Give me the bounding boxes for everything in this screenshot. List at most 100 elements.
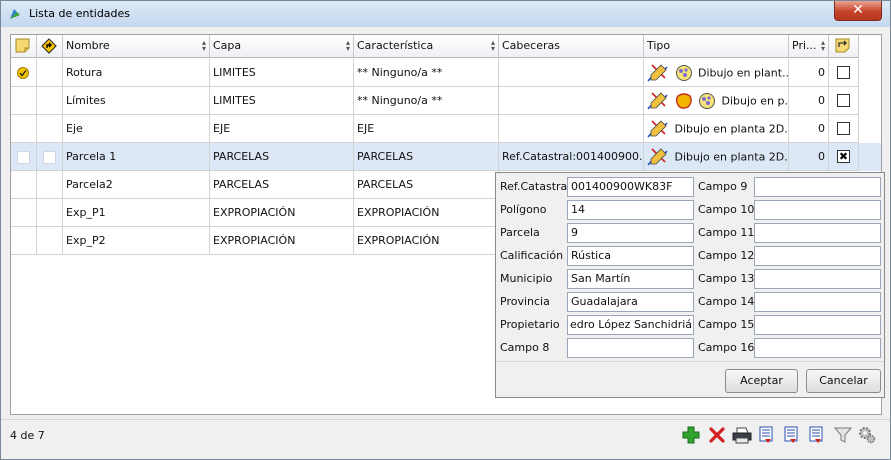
- nombre-cell: Rotura: [63, 59, 210, 87]
- tipo-cell: Dibujo en planta 2D...: [644, 115, 789, 143]
- checkbox-cell: [829, 115, 859, 143]
- campo-10-input[interactable]: [754, 200, 881, 220]
- municipio-input[interactable]: San Martín: [567, 269, 694, 289]
- export-list-3-icon[interactable]: [808, 426, 826, 444]
- print-icon[interactable]: [732, 426, 752, 444]
- campo-13-input[interactable]: [754, 269, 881, 289]
- pencil-line-icon: [647, 148, 668, 166]
- capa-cell: EXPROPIACIÓN: [210, 199, 354, 227]
- checkbox-cell: [829, 87, 859, 115]
- campo-11-input[interactable]: [754, 223, 881, 243]
- warning-cell: [37, 143, 63, 171]
- export-list-icon[interactable]: [758, 426, 776, 444]
- field-label: Provincia: [500, 295, 550, 308]
- caracteristica-cell: PARCELAS: [354, 143, 499, 171]
- settings-icon[interactable]: [858, 426, 876, 444]
- cabeceras-cell: [499, 115, 644, 143]
- filter-icon[interactable]: [834, 426, 852, 444]
- active-cell[interactable]: [11, 171, 37, 199]
- active-cell[interactable]: [11, 87, 37, 115]
- field-label: Campo 10: [698, 203, 755, 216]
- sort-icon: ▴ ▾: [820, 38, 825, 53]
- propietario-input[interactable]: edro López Sanchidrián: [567, 315, 694, 335]
- sort-icon: ▴ ▾: [345, 38, 350, 53]
- cabeceras-cell: [499, 87, 644, 115]
- capa-cell: LIMITES: [210, 59, 354, 87]
- campo-8-input[interactable]: [567, 338, 694, 358]
- nombre-cell: Exp_P1: [63, 199, 210, 227]
- field-label: Campo 9: [698, 180, 748, 193]
- active-box[interactable]: [17, 151, 30, 164]
- nombre-cell: Parcela 1: [63, 143, 210, 171]
- campo-9-input[interactable]: [754, 177, 881, 197]
- warning-cell: [37, 87, 63, 115]
- active-check-icon: [17, 67, 29, 79]
- title-bar[interactable]: Lista de entidades ✕: [1, 1, 890, 27]
- header-checkbox-column[interactable]: [829, 35, 859, 58]
- add-icon[interactable]: [682, 426, 700, 444]
- prioridad-cell: 0: [789, 59, 829, 87]
- field-label: Ref.Catastral: [500, 180, 571, 193]
- warning-cell: [37, 171, 63, 199]
- header-prioridad[interactable]: Pri... ▴ ▾: [789, 35, 829, 58]
- header-warning-column[interactable]: [37, 35, 63, 58]
- active-cell[interactable]: [11, 199, 37, 227]
- checkbox-cell: [829, 59, 859, 87]
- calificacion-input[interactable]: Rústica: [567, 246, 694, 266]
- header-cabeceras[interactable]: Cabeceras: [499, 35, 644, 58]
- row-checkbox[interactable]: [837, 66, 850, 79]
- prioridad-cell: 0: [789, 87, 829, 115]
- capa-cell: PARCELAS: [210, 143, 354, 171]
- warning-cell: [37, 59, 63, 87]
- table-row[interactable]: Límites LIMITES ** Ninguno/a ** Dibujo e…: [11, 87, 881, 115]
- accept-button[interactable]: Aceptar: [725, 369, 798, 393]
- tipo-cell: Dibujo en planta 2D...: [644, 143, 789, 171]
- ref-catastral-input[interactable]: 001400900WK83F: [567, 177, 694, 197]
- field-label: Campo 13: [698, 272, 755, 285]
- provincia-input[interactable]: Guadalajara: [567, 292, 694, 312]
- cabeceras-cell: [499, 59, 644, 87]
- active-cell[interactable]: [11, 143, 37, 171]
- campo-16-input[interactable]: [754, 338, 881, 358]
- active-cell[interactable]: [11, 115, 37, 143]
- field-label: Calificación: [500, 249, 564, 262]
- checkbox-cell: ✖: [829, 143, 859, 171]
- nombre-cell: Parcela2: [63, 171, 210, 199]
- row-checkbox-checked[interactable]: ✖: [837, 150, 850, 163]
- parcela-input[interactable]: 9: [567, 223, 694, 243]
- field-label: Propietario: [500, 318, 560, 331]
- caracteristica-cell: ** Ninguno/a **: [354, 59, 499, 87]
- table-row-selected[interactable]: Parcela 1 PARCELAS PARCELAS Ref.Catastra…: [11, 143, 881, 171]
- campo-14-input[interactable]: [754, 292, 881, 312]
- header-tipo[interactable]: Tipo: [644, 35, 789, 58]
- pencil-line-icon: [647, 64, 668, 82]
- cabeceras-editor-popup: Ref.Catastral 001400900WK83F Polígono 14…: [495, 172, 885, 398]
- row-checkbox[interactable]: [837, 94, 850, 107]
- active-cell[interactable]: [11, 227, 37, 255]
- header-layer-column[interactable]: [11, 35, 37, 58]
- pencil-line-icon: [647, 120, 668, 138]
- table-row[interactable]: Rotura LIMITES ** Ninguno/a ** Dibujo en…: [11, 59, 881, 87]
- header-caracteristica[interactable]: Característica ▴ ▾: [354, 35, 499, 58]
- row-checkbox[interactable]: [837, 122, 850, 135]
- close-button[interactable]: ✕: [834, 1, 882, 21]
- campo-12-input[interactable]: [754, 246, 881, 266]
- tipo-cell: Dibujo en plant...: [644, 59, 789, 87]
- warning-sign-icon: [41, 38, 57, 54]
- field-label: Parcela: [500, 226, 540, 239]
- popup-divider: [496, 361, 884, 362]
- poligono-input[interactable]: 14: [567, 200, 694, 220]
- table-row[interactable]: Eje EJE EJE Dibujo en planta 2D... 0: [11, 115, 881, 143]
- export-list-2-icon[interactable]: [783, 426, 801, 444]
- header-nombre[interactable]: Nombre ▴ ▾: [63, 35, 210, 58]
- delete-icon[interactable]: [708, 426, 726, 444]
- hatch-pattern-icon: [675, 65, 692, 81]
- active-cell[interactable]: [11, 59, 37, 87]
- field-label: Campo 15: [698, 318, 755, 331]
- note-icon: [15, 38, 30, 53]
- campo-15-input[interactable]: [754, 315, 881, 335]
- header-capa[interactable]: Capa ▴ ▾: [210, 35, 354, 58]
- cancel-button[interactable]: Cancelar: [806, 369, 881, 393]
- capa-cell: EJE: [210, 115, 354, 143]
- prioridad-cell: 0: [789, 115, 829, 143]
